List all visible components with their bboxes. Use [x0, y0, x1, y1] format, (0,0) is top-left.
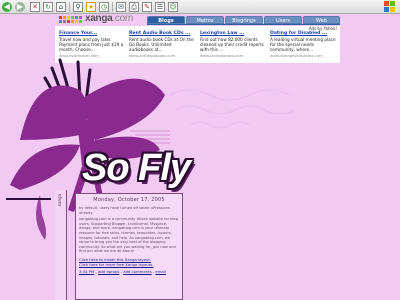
favorites-icon[interactable]: ★	[86, 2, 96, 12]
ad-body: Travel now and pay later. Payment plans …	[59, 37, 124, 53]
more-layouts-link[interactable]: Click here for more free Xanga layouts.	[79, 262, 179, 268]
ad-item[interactable]: Dating for Disabled ... A leading virtua…	[270, 31, 336, 62]
refresh-icon[interactable]: ↻	[43, 2, 53, 12]
swirl-pattern	[169, 89, 296, 129]
forward-icon[interactable]: ▶	[15, 2, 25, 12]
toolbar-divider	[112, 2, 113, 12]
ad-body: Find out how 82,000 clients cleaned up t…	[200, 37, 264, 53]
ad-url[interactable]: www.datingfordisabled.com	[270, 53, 336, 58]
ad-body: A leading virtual meeting place for the …	[270, 37, 336, 53]
decor-line	[6, 198, 51, 200]
ad-item[interactable]: Lexington Law ... Find out how 82,000 cl…	[200, 31, 266, 62]
blog-entry: Monday, October 17, 2005 by default, use…	[75, 193, 183, 300]
discuss-icon[interactable]: ☰	[155, 2, 165, 12]
so-fly-title: So Fly	[82, 147, 191, 189]
tab-web[interactable]: Web	[303, 16, 340, 24]
back-icon[interactable]: ◀	[2, 2, 12, 12]
logo-squares-icon	[59, 16, 83, 24]
entry-byline: by default, users have turned off select…	[79, 206, 170, 215]
ad-url[interactable]: www.lexingtonlaw.com	[200, 53, 266, 58]
ad-title[interactable]: Dating for Disabled ...	[270, 31, 336, 37]
ad-body: Rent audio book CDs at On the Go Books. …	[129, 37, 194, 53]
tab-blogrings[interactable]: Blogrings	[225, 16, 263, 24]
messenger-icon[interactable]: ☺	[168, 2, 178, 12]
add-eprops-link[interactable]: add eprops	[98, 269, 119, 274]
entry-time-link[interactable]: 3:34 PM	[79, 269, 94, 274]
sidebar-label[interactable]: xanga	[57, 194, 62, 206]
email-link[interactable]: email	[155, 269, 165, 274]
ad-item[interactable]: Finance Your... Travel now and pay later…	[59, 31, 125, 62]
wing-strokes	[43, 58, 92, 106]
left-sidebar: xanga	[55, 190, 67, 300]
toolbar-divider	[69, 2, 70, 12]
entry-body: xangablog.com is a community driven webs…	[79, 217, 178, 254]
print-icon[interactable]: ⎙	[129, 2, 139, 12]
browser-toolbar: ◀ ▶ ✕ ↻ ⌂ ⚲ ★ ◷ ✉ ⎙ ✎ ☰ ☺	[0, 0, 400, 14]
ad-title[interactable]: Rent Audio Book CDs ...	[129, 31, 195, 37]
add-comments-link[interactable]: add comments	[123, 269, 151, 274]
text-pattern	[130, 130, 170, 144]
history-icon[interactable]: ◷	[99, 2, 109, 12]
home-icon[interactable]: ⌂	[56, 2, 66, 12]
ad-url[interactable]: www.onthegobooks.com	[129, 53, 195, 58]
windows-flag-icon	[384, 1, 396, 13]
ad-url[interactable]: www.evantravel.com	[59, 53, 125, 58]
edit-icon[interactable]: ✎	[142, 2, 152, 12]
ad-title[interactable]: Finance Your...	[59, 31, 125, 37]
search-icon[interactable]: ⚲	[73, 2, 83, 12]
ad-strip: Ads by Yahoo! Finance Your... Travel now…	[55, 26, 340, 63]
entry-date: Monday, October 17, 2005	[93, 197, 165, 203]
mail-icon[interactable]: ✉	[116, 2, 126, 12]
stop-icon[interactable]: ✕	[30, 2, 40, 12]
ad-title[interactable]: Lexington Law ...	[200, 31, 266, 37]
tab-users[interactable]: Users	[264, 16, 302, 24]
logo-text: xanga.com	[85, 13, 133, 24]
tab-blogs[interactable]: Blogs	[147, 16, 185, 24]
tab-metros[interactable]: Metros	[186, 16, 224, 24]
xanga-header: xanga.com Blogs Metros Blogrings Users W…	[55, 13, 340, 25]
entry-footer: 3:34 PM - add eprops - add comments - em…	[79, 268, 166, 274]
ad-item[interactable]: Rent Audio Book CDs ... Rent audio book …	[129, 31, 195, 62]
